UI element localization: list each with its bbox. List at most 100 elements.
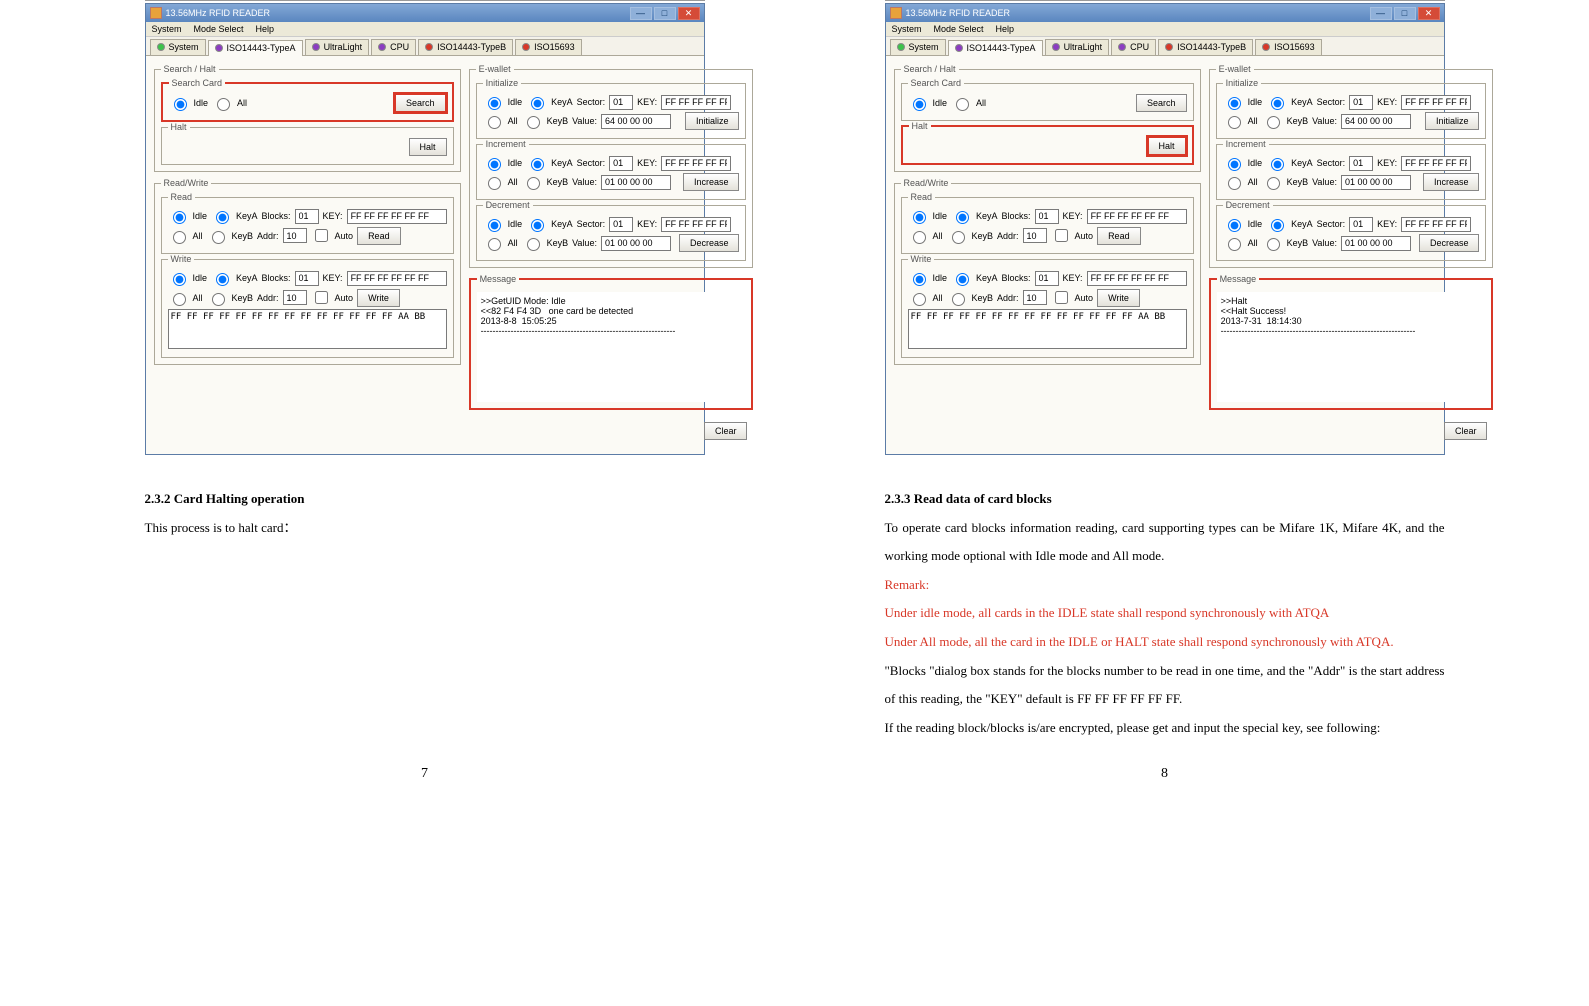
init-keya-radio[interactable]	[531, 97, 544, 110]
read-key-input[interactable]	[347, 209, 447, 224]
initialize-button[interactable]: Initialize	[685, 112, 740, 130]
init-value-input[interactable]	[601, 114, 671, 129]
read-key-input[interactable]	[1087, 209, 1187, 224]
menubar[interactable]: System Mode Select Help	[146, 22, 704, 37]
inc-key-input[interactable]	[1401, 156, 1471, 171]
tab-cpu[interactable]: CPU	[1111, 39, 1156, 55]
read-idle-radio[interactable]	[173, 211, 186, 224]
halt-button[interactable]: Halt	[409, 138, 447, 156]
init-sector-input[interactable]	[1349, 95, 1373, 110]
read-button[interactable]: Read	[1097, 227, 1141, 245]
write-button[interactable]: Write	[357, 289, 400, 307]
write-blocks-input[interactable]	[1035, 271, 1059, 286]
inc-keya-radio[interactable]	[1271, 158, 1284, 171]
write-all-radio[interactable]	[913, 293, 926, 306]
read-keya-radio[interactable]	[216, 211, 229, 224]
menu-mode-select[interactable]: Mode Select	[934, 24, 984, 34]
read-addr-input[interactable]	[1023, 228, 1047, 243]
clear-button[interactable]: Clear	[704, 422, 748, 440]
write-keya-radio[interactable]	[216, 273, 229, 286]
read-blocks-input[interactable]	[1035, 209, 1059, 224]
tab-iso14443-typea[interactable]: ISO14443-TypeA	[208, 40, 303, 56]
dec-value-input[interactable]	[1341, 236, 1411, 251]
init-keyb-radio[interactable]	[1267, 116, 1280, 129]
inc-keyb-radio[interactable]	[527, 177, 540, 190]
menu-mode-select[interactable]: Mode Select	[194, 24, 244, 34]
dec-keya-radio[interactable]	[531, 219, 544, 232]
tab-iso15693[interactable]: ISO15693	[515, 39, 582, 55]
menu-system[interactable]: System	[152, 24, 182, 34]
minimize-button[interactable]: —	[1370, 7, 1392, 20]
initialize-button[interactable]: Initialize	[1425, 112, 1480, 130]
inc-sector-input[interactable]	[609, 156, 633, 171]
init-idle-radio[interactable]	[1228, 97, 1241, 110]
write-auto-checkbox[interactable]	[315, 291, 328, 304]
init-key-input[interactable]	[661, 95, 731, 110]
inc-all-radio[interactable]	[488, 177, 501, 190]
read-blocks-input[interactable]	[295, 209, 319, 224]
write-key-input[interactable]	[347, 271, 447, 286]
maximize-button[interactable]: □	[1394, 7, 1416, 20]
dec-keyb-radio[interactable]	[527, 238, 540, 251]
init-all-radio[interactable]	[488, 116, 501, 129]
search-idle-radio[interactable]	[174, 98, 187, 111]
dec-keya-radio[interactable]	[1271, 219, 1284, 232]
init-keyb-radio[interactable]	[527, 116, 540, 129]
dec-idle-radio[interactable]	[1228, 219, 1241, 232]
tab-ultralight[interactable]: UltraLight	[305, 39, 370, 55]
write-data-textarea[interactable]: FF FF FF FF FF FF FF FF FF FF FF FF FF F…	[168, 309, 447, 349]
write-keyb-radio[interactable]	[952, 293, 965, 306]
halt-button[interactable]: Halt	[1148, 137, 1186, 155]
inc-keya-radio[interactable]	[531, 158, 544, 171]
close-button[interactable]: ✕	[678, 7, 700, 20]
menu-help[interactable]: Help	[256, 24, 275, 34]
write-all-radio[interactable]	[173, 293, 186, 306]
init-value-input[interactable]	[1341, 114, 1411, 129]
tab-iso15693[interactable]: ISO15693	[1255, 39, 1322, 55]
init-sector-input[interactable]	[609, 95, 633, 110]
increase-button[interactable]: Increase	[1423, 173, 1480, 191]
init-keya-radio[interactable]	[1271, 97, 1284, 110]
read-auto-checkbox[interactable]	[315, 229, 328, 242]
dec-sector-input[interactable]	[1349, 217, 1373, 232]
search-all-radio[interactable]	[956, 98, 969, 111]
close-button[interactable]: ✕	[1418, 7, 1440, 20]
read-all-radio[interactable]	[173, 231, 186, 244]
dec-key-input[interactable]	[1401, 217, 1471, 232]
tab-ultralight[interactable]: UltraLight	[1045, 39, 1110, 55]
write-key-input[interactable]	[1087, 271, 1187, 286]
search-all-radio[interactable]	[217, 98, 230, 111]
search-button[interactable]: Search	[1136, 94, 1187, 112]
menu-help[interactable]: Help	[996, 24, 1015, 34]
read-keyb-radio[interactable]	[952, 231, 965, 244]
minimize-button[interactable]: —	[630, 7, 652, 20]
write-blocks-input[interactable]	[295, 271, 319, 286]
search-button[interactable]: Search	[395, 94, 446, 112]
tab-iso14443-typea[interactable]: ISO14443-TypeA	[948, 40, 1043, 56]
inc-key-input[interactable]	[661, 156, 731, 171]
dec-sector-input[interactable]	[609, 217, 633, 232]
dec-value-input[interactable]	[601, 236, 671, 251]
read-all-radio[interactable]	[913, 231, 926, 244]
inc-value-input[interactable]	[1341, 175, 1411, 190]
read-addr-input[interactable]	[283, 228, 307, 243]
write-addr-input[interactable]	[283, 290, 307, 305]
write-keya-radio[interactable]	[956, 273, 969, 286]
decrease-button[interactable]: Decrease	[679, 234, 740, 252]
init-all-radio[interactable]	[1228, 116, 1241, 129]
decrease-button[interactable]: Decrease	[1419, 234, 1480, 252]
read-keyb-radio[interactable]	[212, 231, 225, 244]
tab-iso14443-typeb[interactable]: ISO14443-TypeB	[418, 39, 513, 55]
inc-keyb-radio[interactable]	[1267, 177, 1280, 190]
init-idle-radio[interactable]	[488, 97, 501, 110]
search-idle-radio[interactable]	[913, 98, 926, 111]
write-button[interactable]: Write	[1097, 289, 1140, 307]
tab-system[interactable]: System	[150, 39, 206, 55]
read-button[interactable]: Read	[357, 227, 401, 245]
dec-keyb-radio[interactable]	[1267, 238, 1280, 251]
increase-button[interactable]: Increase	[683, 173, 740, 191]
inc-value-input[interactable]	[601, 175, 671, 190]
dec-all-radio[interactable]	[488, 238, 501, 251]
write-auto-checkbox[interactable]	[1055, 291, 1068, 304]
write-addr-input[interactable]	[1023, 290, 1047, 305]
